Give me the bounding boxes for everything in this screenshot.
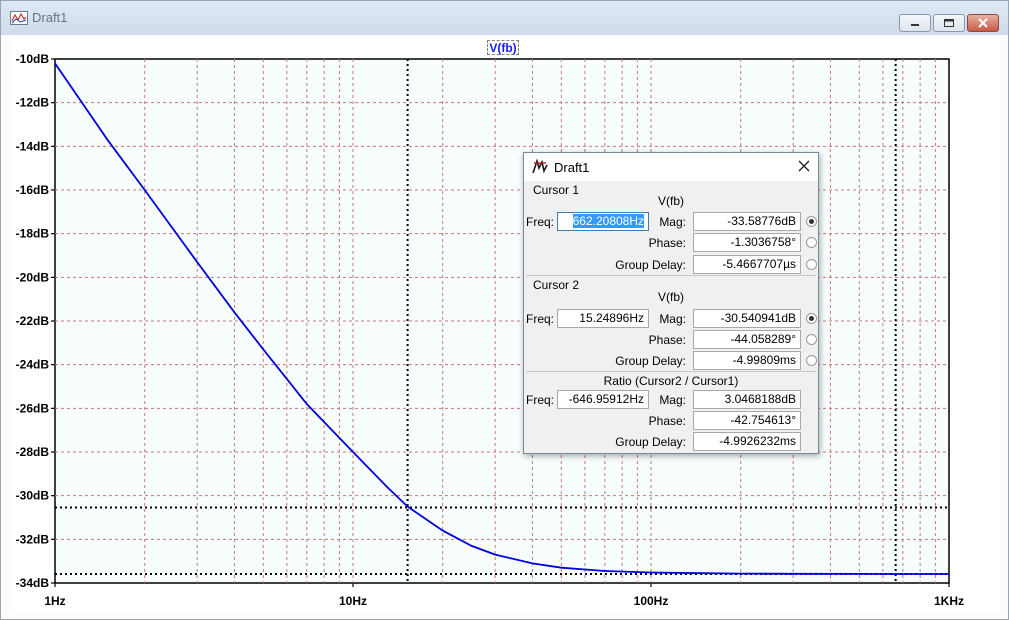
y-tick-label: -24dB (16, 358, 50, 372)
x-tick-label: 10Hz (339, 594, 367, 608)
y-tick-label: -20dB (16, 270, 50, 284)
cursor1-mag-radio[interactable] (806, 216, 817, 227)
trace-label[interactable]: V(fb) (487, 40, 519, 55)
cursor2-freq-label: Freq: (526, 312, 555, 326)
y-tick-label: -26dB (16, 401, 50, 415)
y-tick-label: -14dB (16, 139, 50, 153)
waveform-window: Draft1 -10dB -12dB -14dB -16dB -18dB -20dB -22… (0, 0, 1009, 620)
cursor1-gd-label: Group Delay: (615, 258, 686, 272)
ratio-freq-label: Freq: (526, 393, 555, 407)
cursor1-phase-field[interactable]: -1.3036758° (693, 233, 801, 252)
cursor2-freq-field[interactable]: 15.24896Hz (557, 309, 649, 328)
y-tick-label: -18dB (16, 227, 50, 241)
cursor2-phase-radio[interactable] (806, 334, 817, 345)
y-tick-label: -22dB (16, 314, 50, 328)
cursor1-mag-field[interactable]: -33.58776dB (693, 212, 801, 231)
y-tick-label: -16dB (16, 183, 50, 197)
y-tick-label: -10dB (16, 52, 50, 66)
cursor1-signal: V(fb) (657, 194, 684, 208)
cursor2-signal: V(fb) (657, 290, 684, 304)
dialog-close-button[interactable] (794, 156, 814, 176)
cursor1-mag-label: Mag: (659, 215, 686, 229)
cursor2-gd-field[interactable]: -4.99809ms (693, 351, 801, 370)
cursor1-phase-radio[interactable] (806, 237, 817, 248)
cursor1-gd-field[interactable]: -5.4667707µs (693, 255, 801, 274)
dialog-titlebar[interactable]: Draft1 (524, 153, 818, 181)
cursor2-gd-radio[interactable] (806, 355, 817, 366)
ratio-mag-label: Mag: (659, 393, 686, 407)
ratio-phase-field[interactable]: -42.754613° (693, 411, 801, 430)
ratio-gd-label: Group Delay: (615, 435, 686, 449)
ltspice-icon (532, 159, 548, 174)
y-tick-label: -30dB (16, 489, 50, 503)
y-tick-label: -34dB (16, 576, 50, 590)
x-tick-label: 100Hz (634, 594, 669, 608)
cursor1-group: Cursor 1 V(fb) Freq: 662.20808Hz Mag: -3… (526, 183, 817, 277)
cursor-dialog: Draft1 Cursor 1 V(fb) Freq: 662.20808Hz … (523, 152, 819, 454)
y-tick-label: -32dB (16, 532, 50, 546)
ratio-group: Ratio (Cursor2 / Cursor1) Freq: -646.959… (526, 371, 816, 451)
cursor1-phase-label: Phase: (648, 236, 686, 250)
x-tick-label: 1KHz (934, 594, 964, 608)
ratio-phase-label: Phase: (648, 414, 686, 428)
y-tick-label: -28dB (16, 445, 50, 459)
cursor2-mag-radio[interactable] (806, 313, 817, 324)
dialog-title: Draft1 (554, 160, 590, 175)
ratio-title: Ratio (Cursor2 / Cursor1) (603, 374, 739, 388)
cursor2-gd-label: Group Delay: (615, 354, 686, 368)
ratio-freq-field[interactable]: -646.95912Hz (557, 390, 649, 409)
x-tick-label: 1Hz (44, 594, 65, 608)
cursor1-freq-label: Freq: (526, 215, 555, 229)
cursor2-phase-label: Phase: (648, 333, 686, 347)
close-icon (798, 160, 810, 172)
cursor1-freq-value: 662.20808Hz (572, 214, 644, 228)
bode-chart[interactable]: -10dB -12dB -14dB -16dB -18dB -20dB -22dB -24dB… (1, 1, 1008, 619)
y-tick-label: -12dB (16, 96, 50, 110)
cursor1-freq-field[interactable]: 662.20808Hz (557, 212, 649, 231)
cursor2-mag-label: Mag: (659, 312, 686, 326)
ratio-mag-field[interactable]: 3.0468188dB (693, 390, 801, 409)
cursor1-gd-radio[interactable] (806, 259, 817, 270)
cursor2-mag-field[interactable]: -30.540941dB (693, 309, 801, 328)
cursor2-group: Cursor 2 V(fb) Freq: 15.24896Hz Mag: -30… (526, 275, 817, 371)
cursor2-phase-field[interactable]: -44.058289° (693, 330, 801, 349)
ratio-gd-field[interactable]: -4.9926232ms (693, 432, 801, 451)
